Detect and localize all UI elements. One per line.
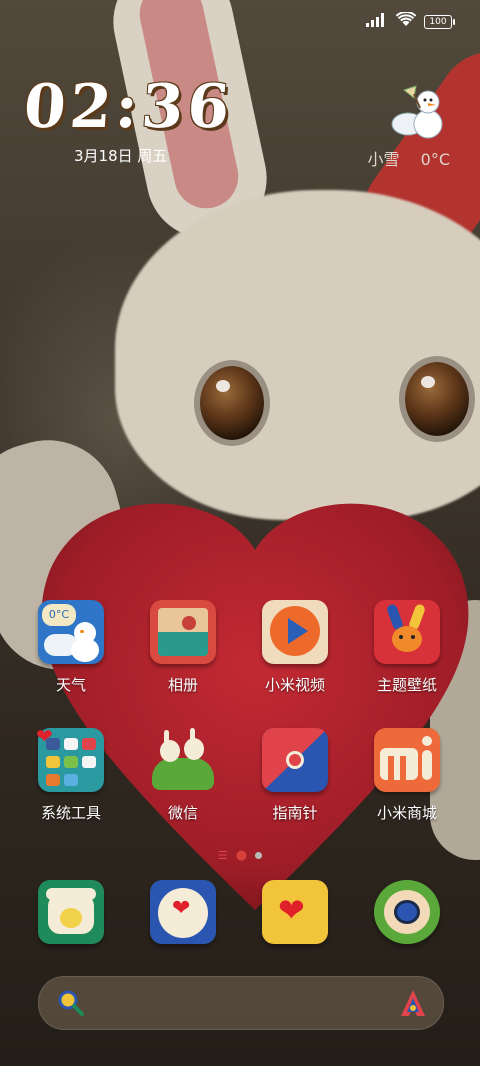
app-weather[interactable]: 0°C 天气 [16, 600, 126, 695]
video-play-icon [262, 600, 328, 664]
themes-bunny-icon [374, 600, 440, 664]
search-bar[interactable] [38, 976, 444, 1030]
camera-icon [374, 880, 440, 944]
app-gallery[interactable]: 相册 [128, 600, 238, 695]
search-lens-icon[interactable] [57, 989, 85, 1021]
app-label: 相册 [167, 676, 198, 694]
bunny-head [115, 190, 480, 520]
app-themes[interactable]: 主题壁纸 [352, 600, 462, 695]
app-folder-tools[interactable]: ❤ 系统工具 [16, 724, 126, 823]
heart-badge-icon: ❤ [36, 724, 53, 748]
app-compass[interactable]: 指南针 [240, 728, 350, 823]
battery-indicator: 100 [424, 14, 455, 29]
weather-temperature: 0°C [420, 150, 450, 169]
app-mi-video[interactable]: 小米视频 [240, 600, 350, 695]
app-label: 系统工具 [40, 804, 101, 822]
status-bar: 100 [366, 11, 455, 31]
app-label: 小米视频 [264, 676, 325, 694]
compass-icon [262, 728, 328, 792]
weather-widget[interactable]: 小雪 0°C [340, 84, 450, 169]
signal-icon [366, 12, 388, 31]
wechat-bunnies-icon [150, 728, 216, 792]
bunny-eye-right [405, 362, 469, 436]
page-indicator[interactable]: ☰ ● [0, 848, 480, 863]
bunny-eye-left [200, 366, 264, 440]
clock-time[interactable]: 02:36 [22, 72, 236, 142]
page-dot [255, 852, 263, 859]
app-label: 主题壁纸 [376, 676, 437, 694]
app-label: 微信 [167, 804, 198, 822]
clock-date[interactable]: 3月18日 周五 [74, 145, 167, 166]
app-label: 指南针 [272, 804, 318, 822]
app-label: 小米商城 [376, 804, 437, 822]
dock-app-phone[interactable] [16, 880, 126, 944]
list-page-icon: ☰ [217, 849, 228, 862]
app-label: 天气 [55, 676, 86, 694]
assistant-icon[interactable] [399, 988, 427, 1022]
app-wechat[interactable]: 微信 [128, 728, 238, 823]
wifi-icon [395, 11, 417, 31]
dock-app-messages[interactable]: ❤ [128, 880, 238, 944]
mi-store-icon [374, 728, 440, 792]
messages-icon: ❤ [150, 880, 216, 944]
dock-app-browser[interactable]: ❤ [240, 880, 350, 944]
app-mi-store[interactable]: 小米商城 [352, 728, 462, 823]
weather-text: 小雪 0°C [368, 146, 450, 170]
snowman-icon [390, 84, 450, 144]
gallery-icon [150, 600, 216, 664]
dock-app-camera[interactable] [352, 880, 462, 944]
phone-icon [38, 880, 104, 944]
weather-condition: 小雪 [367, 150, 400, 169]
weather-snowman-icon: 0°C [38, 600, 104, 664]
browser-heart-icon: ❤ [262, 880, 328, 944]
mushroom-page-icon: ● [235, 848, 248, 863]
